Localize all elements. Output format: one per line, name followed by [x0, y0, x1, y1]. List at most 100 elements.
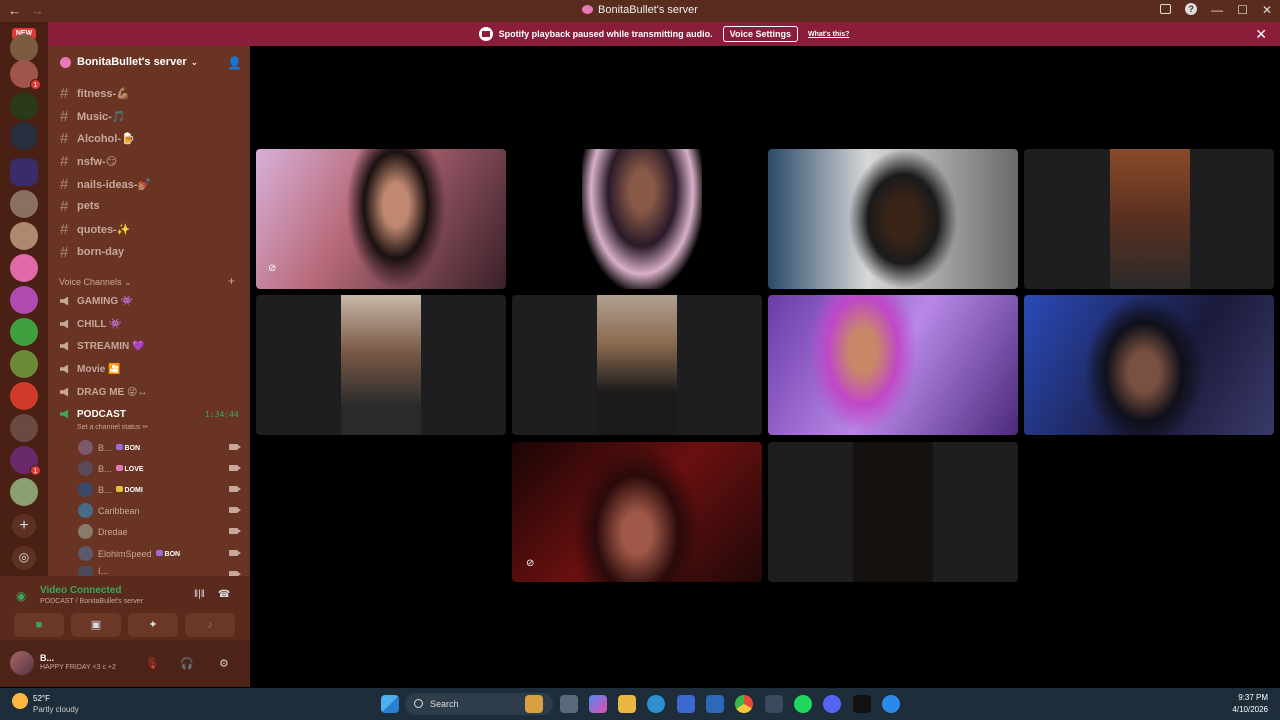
member-tag: LOVE: [115, 464, 144, 473]
voice-settings-button[interactable]: Voice Settings: [722, 26, 799, 42]
server-icon[interactable]: [10, 92, 38, 120]
channel-quotes[interactable]: # quotes-✨: [60, 219, 130, 239]
maximize-button[interactable]: ☐: [1237, 3, 1248, 17]
start-button[interactable]: [381, 695, 399, 713]
channel-alcohol[interactable]: # Alcohol-🍺: [60, 128, 135, 148]
voice-channel-gaming[interactable]: GAMING 👾: [60, 291, 133, 311]
video-tile[interactable]: [512, 295, 762, 435]
set-channel-status[interactable]: Set a channel status ✏: [77, 423, 148, 431]
channel-nails-ideas[interactable]: # nails-ideas-💅🏽: [60, 174, 151, 194]
weather-icon[interactable]: [12, 693, 28, 709]
hash-icon: #: [60, 197, 69, 215]
channel-fitness[interactable]: # fitness-💪🏽: [60, 83, 130, 103]
task-view-icon[interactable]: [560, 695, 578, 713]
chrome-icon[interactable]: [735, 695, 753, 713]
clock[interactable]: 9:37 PM: [1230, 693, 1268, 702]
voice-channel-movie[interactable]: Movie 🎦: [60, 359, 121, 379]
channel-music[interactable]: # Music-🎵: [60, 106, 126, 126]
avatar[interactable]: [10, 651, 34, 675]
close-window-button[interactable]: ✕: [1262, 3, 1272, 17]
voice-member[interactable]: ElohimSpeed BON: [78, 545, 180, 562]
screen-share-button[interactable]: ▣: [71, 613, 121, 637]
video-tile[interactable]: [768, 442, 1018, 582]
close-banner-button[interactable]: ✕: [1255, 26, 1267, 43]
voice-member[interactable]: B... LOVE: [78, 460, 144, 477]
server-icon[interactable]: [10, 350, 38, 378]
invite-icon[interactable]: 👤: [227, 56, 242, 70]
voice-channels-header[interactable]: Voice Channels ⌄: [59, 277, 132, 288]
video-tile[interactable]: [1024, 149, 1274, 289]
server-icon[interactable]: [10, 222, 38, 250]
voice-status: Video Connected: [40, 585, 122, 596]
widget-icon[interactable]: [525, 695, 543, 713]
disconnect-icon[interactable]: ☎: [218, 589, 230, 600]
inbox-icon[interactable]: [1160, 4, 1172, 14]
channel-nsfw[interactable]: # nsfw-😏: [60, 151, 117, 171]
voice-channel-drag-me[interactable]: DRAG ME 😜↔: [60, 382, 147, 402]
activities-button[interactable]: ✦: [128, 613, 178, 637]
voice-channel-streamin[interactable]: STREAMIN 💜: [60, 336, 144, 356]
server-icon[interactable]: 1: [10, 60, 41, 90]
minimize-button[interactable]: —: [1211, 3, 1223, 17]
server-icon[interactable]: [10, 382, 38, 410]
heart-icon: [115, 464, 123, 471]
server-name-header[interactable]: BonitaBullet's server ⌄: [60, 56, 198, 68]
server-icon[interactable]: 1: [10, 446, 41, 476]
copilot-icon[interactable]: [589, 695, 607, 713]
voice-channel-podcast[interactable]: PODCAST: [60, 404, 126, 424]
voice-member[interactable]: I...: [78, 566, 108, 576]
video-tile[interactable]: [768, 295, 1018, 435]
server-icon[interactable]: [10, 254, 38, 282]
file-explorer-icon[interactable]: [618, 695, 636, 713]
deafen-icon[interactable]: 🎧: [180, 657, 194, 670]
server-icon[interactable]: [10, 414, 38, 442]
obs-icon[interactable]: [765, 695, 783, 713]
video-tile[interactable]: ⊘: [256, 149, 506, 289]
video-tile[interactable]: [512, 149, 762, 289]
soundboard-button[interactable]: ♪: [185, 613, 235, 637]
store-icon[interactable]: [677, 695, 695, 713]
server-icon[interactable]: [10, 286, 38, 314]
server-icon[interactable]: [10, 122, 38, 150]
mute-mic-icon[interactable]: 🎙: [145, 657, 159, 670]
tiktok-icon[interactable]: [853, 695, 871, 713]
signal-icon[interactable]: ◉: [16, 589, 26, 603]
voice-location[interactable]: PODCAST / BonitaBullet's server: [40, 598, 143, 605]
noise-suppression-icon[interactable]: ‖|‖: [194, 589, 205, 600]
date[interactable]: 4/10/2026: [1222, 705, 1268, 714]
video-tile[interactable]: [768, 149, 1018, 289]
video-tile[interactable]: [1024, 295, 1274, 435]
server-icon[interactable]: [10, 190, 38, 218]
add-server-button[interactable]: +: [12, 514, 36, 538]
discord-icon[interactable]: [823, 695, 841, 713]
camera-button[interactable]: ■: [14, 613, 64, 637]
app-icon[interactable]: [882, 695, 900, 713]
voice-channel-chill[interactable]: CHILL 👾: [60, 314, 122, 334]
avatar: [78, 524, 93, 539]
voice-member[interactable]: B... DOMI: [78, 481, 143, 498]
member-tag: BON: [115, 443, 140, 452]
speaker-icon: [60, 341, 69, 351]
help-icon[interactable]: ?: [1185, 3, 1198, 15]
hash-icon: #: [60, 175, 69, 193]
channel-born-day[interactable]: # born-day: [60, 242, 124, 262]
channel-pets[interactable]: # pets: [60, 196, 100, 216]
folder-icon[interactable]: [10, 158, 38, 186]
gear-icon[interactable]: ⚙: [219, 657, 229, 670]
video-tile[interactable]: [256, 295, 506, 435]
server-icon[interactable]: [10, 34, 38, 62]
spotify-icon[interactable]: [794, 695, 812, 713]
heart-icon: [155, 549, 163, 556]
server-icon[interactable]: [10, 318, 38, 346]
voice-member[interactable]: Caribbean: [78, 502, 140, 519]
voice-member[interactable]: B... BON: [78, 439, 140, 456]
edge-icon[interactable]: [647, 695, 665, 713]
add-voice-channel-button[interactable]: +: [228, 274, 235, 288]
video-tile[interactable]: ⊘: [512, 442, 762, 582]
banner-message: Spotify playback paused while transmitti…: [498, 29, 713, 39]
voice-member[interactable]: Dredae: [78, 523, 128, 540]
mail-icon[interactable]: [706, 695, 724, 713]
whats-this-link[interactable]: What's this?: [808, 31, 849, 38]
discover-icon[interactable]: ◎: [12, 546, 36, 570]
server-icon[interactable]: [10, 478, 38, 506]
